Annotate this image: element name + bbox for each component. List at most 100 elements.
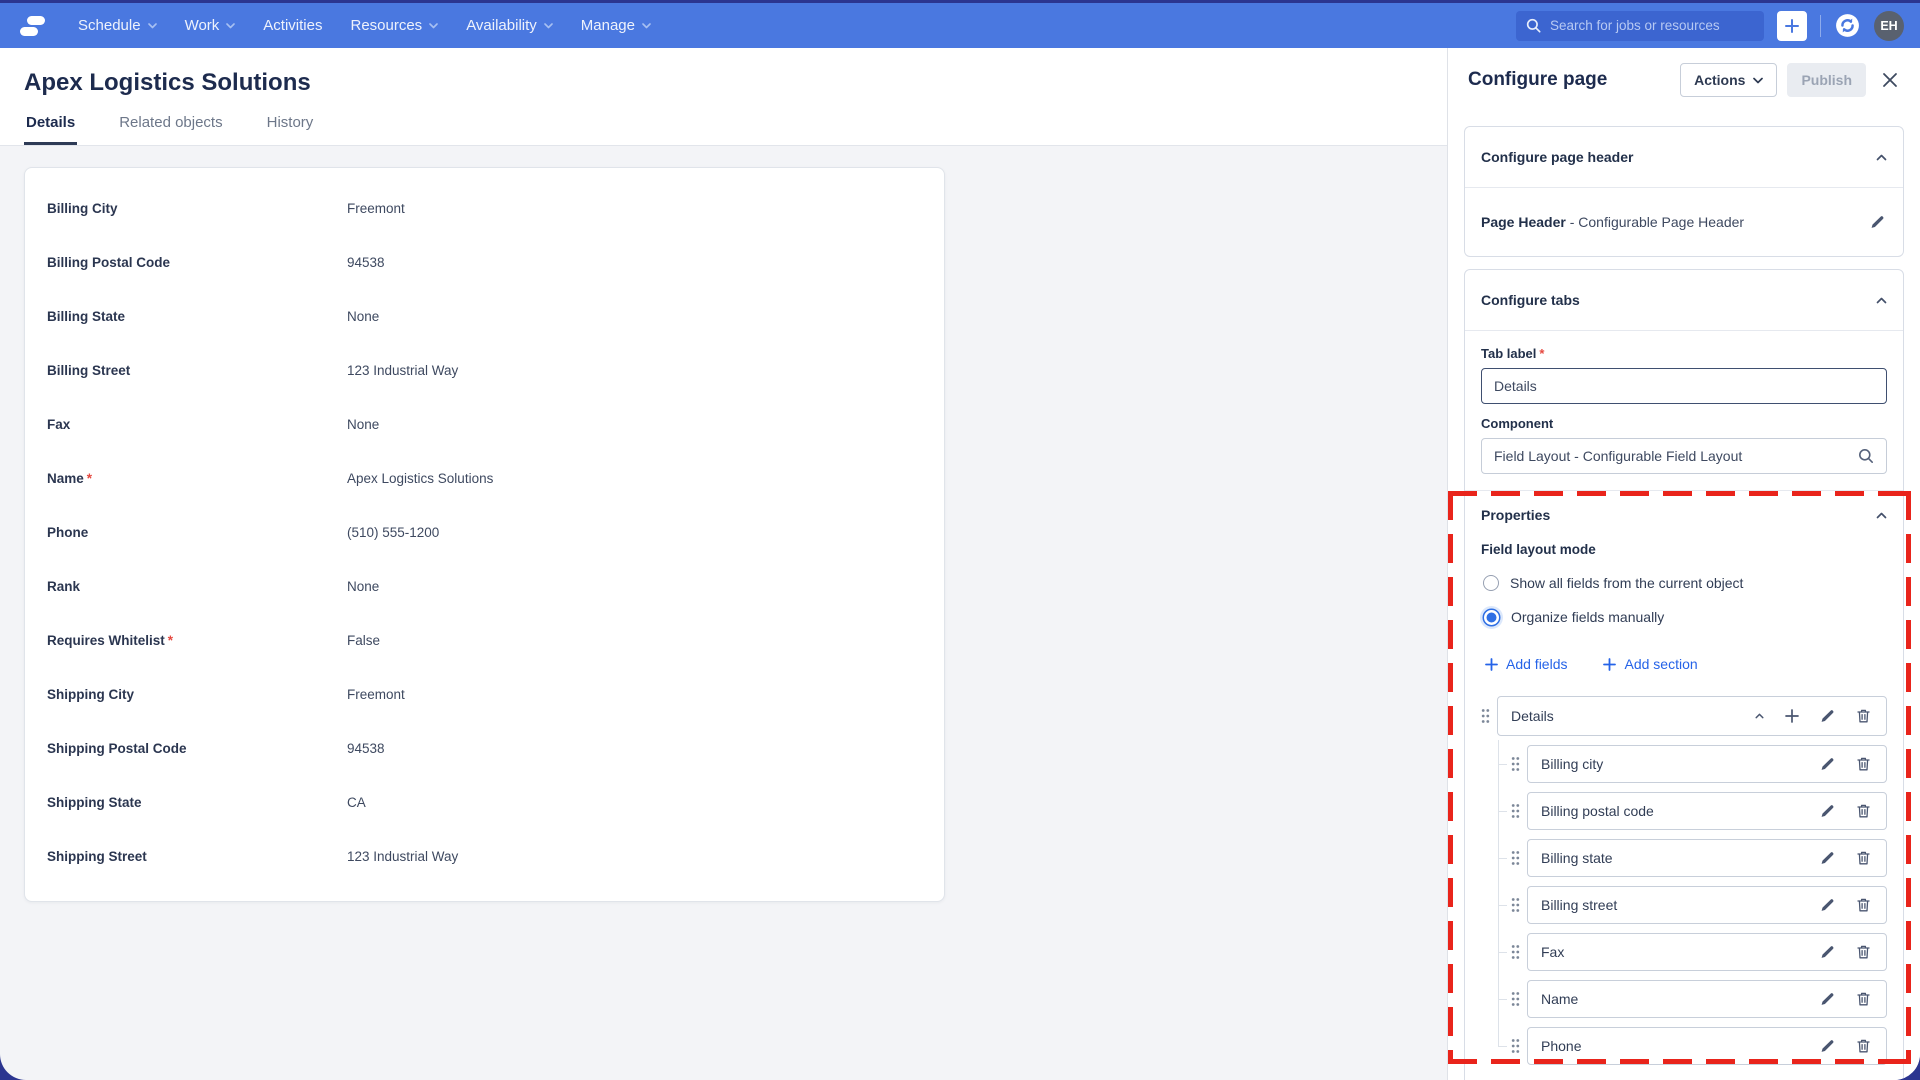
publish-button[interactable]: Publish <box>1787 63 1866 97</box>
create-new-button[interactable] <box>1777 11 1807 41</box>
edit-field-button[interactable] <box>1818 1037 1837 1056</box>
field-row: Billing Postal Code94538 <box>25 235 944 289</box>
delete-field-button[interactable] <box>1854 848 1873 868</box>
actions-button[interactable]: Actions <box>1680 63 1777 97</box>
nav-item-availability[interactable]: Availability <box>452 3 567 48</box>
field-item-billing-street[interactable]: Billing street <box>1527 886 1887 924</box>
field-item-billing-postal-code[interactable]: Billing postal code <box>1527 792 1887 830</box>
pencil-icon <box>1820 851 1835 866</box>
plus-icon <box>1485 658 1498 671</box>
radio-option[interactable]: Show all fields from the current object <box>1483 572 1887 594</box>
field-item-label: Billing state <box>1541 850 1801 866</box>
plus-icon <box>1784 18 1800 34</box>
field-row: Billing CityFreemont <box>25 181 944 235</box>
edit-section-button[interactable] <box>1818 707 1837 726</box>
nav-menu: ScheduleWorkActivitiesResourcesAvailabil… <box>64 3 665 48</box>
delete-section-button[interactable] <box>1854 706 1873 726</box>
edit-field-button[interactable] <box>1818 943 1837 962</box>
field-label: Shipping State <box>47 795 347 810</box>
configure-tabs-toggle[interactable]: Configure tabs <box>1465 270 1903 330</box>
drag-handle-icon <box>1511 803 1520 819</box>
tab-label-input[interactable] <box>1481 368 1887 404</box>
radio-selected-icon[interactable] <box>1484 610 1499 625</box>
help-sync-button[interactable] <box>1834 12 1861 39</box>
edit-field-button[interactable] <box>1818 896 1837 915</box>
user-avatar[interactable]: EH <box>1874 11 1904 41</box>
page-header: Apex Logistics Solutions Details Related … <box>0 48 1447 146</box>
field-value: Freemont <box>347 687 405 702</box>
delete-field-button[interactable] <box>1854 942 1873 962</box>
search-icon <box>1858 448 1874 464</box>
component-select[interactable]: Field Layout - Configurable Field Layout <box>1481 438 1887 474</box>
edit-field-button[interactable] <box>1818 849 1837 868</box>
field-item-fax[interactable]: Fax <box>1527 933 1887 971</box>
field-item-label: Billing city <box>1541 756 1801 772</box>
delete-field-button[interactable] <box>1854 754 1873 774</box>
navbar-right: EH <box>1516 11 1904 41</box>
field-label: Billing Street <box>47 363 347 378</box>
section-name: Details <box>1511 708 1736 724</box>
field-item-billing-city[interactable]: Billing city <box>1527 745 1887 783</box>
nav-item-work[interactable]: Work <box>171 3 250 48</box>
delete-field-button[interactable] <box>1854 989 1873 1009</box>
field-label: Phone <box>47 525 347 540</box>
tab-details[interactable]: Details <box>24 114 77 145</box>
nav-item-schedule[interactable]: Schedule <box>64 3 171 48</box>
field-label: Rank <box>47 579 347 594</box>
section-box-details[interactable]: Details <box>1497 696 1887 736</box>
field-label: Billing State <box>47 309 347 324</box>
nav-divider <box>1820 15 1821 37</box>
nav-item-activities[interactable]: Activities <box>249 3 336 48</box>
chevron-up-icon <box>1876 154 1887 161</box>
radio-option[interactable]: Organize fields manually <box>1483 606 1887 628</box>
sync-icon <box>1834 12 1861 39</box>
delete-field-button[interactable] <box>1854 1036 1873 1056</box>
tab-history[interactable]: History <box>265 114 316 145</box>
field-label: Shipping Postal Code <box>47 741 347 756</box>
nav-item-resources[interactable]: Resources <box>336 3 452 48</box>
field-value: None <box>347 579 379 594</box>
panel-title: Configure page <box>1468 69 1670 91</box>
field-item-billing-state[interactable]: Billing state <box>1527 839 1887 877</box>
plus-icon <box>1785 709 1799 723</box>
field-value: Apex Logistics Solutions <box>347 471 493 486</box>
edit-field-button[interactable] <box>1818 802 1837 821</box>
pencil-icon <box>1820 804 1835 819</box>
configure-page-header-toggle[interactable]: Configure page header <box>1465 127 1903 187</box>
pencil-icon <box>1820 1039 1835 1054</box>
field-item-row: Phone <box>1498 1027 1887 1065</box>
field-label: Fax <box>47 417 347 432</box>
collapse-section-button[interactable] <box>1753 711 1766 721</box>
app-window: ScheduleWorkActivitiesResourcesAvailabil… <box>0 3 1920 1080</box>
page-title: Apex Logistics Solutions <box>24 69 1423 97</box>
field-value: None <box>347 309 379 324</box>
trash-icon <box>1856 803 1871 819</box>
nav-item-manage[interactable]: Manage <box>567 3 665 48</box>
edit-page-header-button[interactable] <box>1868 213 1887 232</box>
main-area: Apex Logistics Solutions Details Related … <box>0 48 1447 1080</box>
edit-field-button[interactable] <box>1818 990 1837 1009</box>
global-search[interactable] <box>1516 11 1764 41</box>
tab-related-objects[interactable]: Related objects <box>117 114 224 145</box>
chevron-up-icon <box>1755 713 1764 719</box>
field-value: CA <box>347 795 366 810</box>
skedulo-logo-icon[interactable] <box>16 13 48 39</box>
delete-field-button[interactable] <box>1854 801 1873 821</box>
add-fields-button[interactable]: Add fields <box>1485 656 1567 672</box>
close-icon <box>1882 72 1898 88</box>
search-input[interactable] <box>1550 18 1754 33</box>
delete-field-button[interactable] <box>1854 895 1873 915</box>
panel-header: Configure page Actions Publish <box>1448 48 1920 112</box>
field-item-name[interactable]: Name <box>1527 980 1887 1018</box>
radio-unselected-icon[interactable] <box>1483 575 1499 591</box>
edit-field-button[interactable] <box>1818 755 1837 774</box>
add-section-button[interactable]: Add section <box>1603 656 1697 672</box>
close-panel-button[interactable] <box>1878 68 1902 92</box>
field-item-phone[interactable]: Phone <box>1527 1027 1887 1065</box>
field-item-label: Name <box>1541 991 1801 1007</box>
chevron-down-icon <box>226 23 235 29</box>
field-row: RankNone <box>25 559 944 613</box>
add-field-to-section-button[interactable] <box>1783 707 1801 725</box>
field-value: 123 Industrial Way <box>347 849 458 864</box>
chevron-up-icon[interactable] <box>1876 512 1887 519</box>
